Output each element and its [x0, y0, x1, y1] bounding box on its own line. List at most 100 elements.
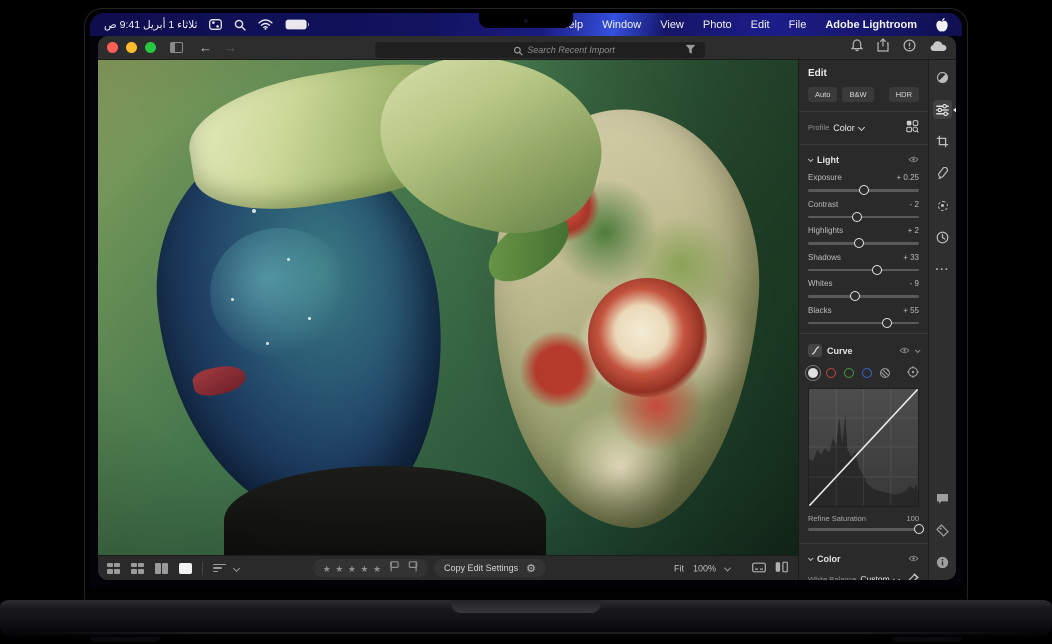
star-rating[interactable] [323, 559, 382, 577]
slider-track[interactable] [808, 264, 919, 275]
sort-chevron-icon[interactable] [232, 564, 241, 572]
channel-green-icon[interactable] [844, 368, 854, 378]
wifi-icon[interactable] [258, 19, 274, 30]
share-icon[interactable] [877, 38, 889, 57]
zoom-level[interactable]: 100% [693, 563, 716, 573]
channel-red-icon[interactable] [826, 368, 836, 378]
slider-track[interactable] [808, 185, 919, 196]
photo-preview[interactable] [98, 60, 798, 555]
slider-knob[interactable] [858, 185, 869, 196]
photo-grid-view-icon[interactable] [107, 562, 120, 574]
bw-button[interactable]: B&W [842, 87, 874, 102]
versions-icon[interactable] [933, 228, 952, 247]
menu-edit[interactable]: Edit [751, 19, 770, 31]
slider-exposure: Exposure + 0.25 [808, 173, 919, 196]
filter-icon[interactable] [685, 42, 696, 60]
sort-icon[interactable] [213, 563, 226, 573]
auto-button[interactable]: Auto [808, 87, 838, 102]
refine-saturation-label: Refine Saturation [808, 514, 866, 523]
slider-track[interactable] [808, 211, 919, 222]
hdr-button[interactable]: HDR [888, 87, 919, 102]
square-grid-view-icon[interactable] [131, 562, 144, 574]
rating-pill [312, 559, 429, 577]
slider-knob[interactable] [914, 524, 924, 535]
apple-logo-icon[interactable] [936, 17, 948, 32]
control-center-icon[interactable] [209, 19, 223, 30]
light-eye-icon[interactable] [908, 155, 919, 165]
targeted-adjustment-icon[interactable] [907, 366, 919, 380]
slider-knob[interactable] [881, 317, 892, 328]
eyedropper-icon[interactable] [908, 572, 919, 580]
detail-view-icon[interactable] [179, 562, 192, 574]
profile-chevron-icon[interactable] [857, 123, 865, 132]
healing-brush-icon[interactable] [933, 164, 952, 183]
minimize-window-button[interactable] [126, 42, 137, 53]
reject-flag-icon[interactable] [408, 559, 418, 577]
collapse-chevron-icon [807, 156, 814, 163]
slider-knob[interactable] [849, 291, 860, 302]
notifications-bell-icon[interactable] [850, 38, 864, 57]
menu-photo[interactable]: Photo [703, 19, 732, 31]
menu-app-name[interactable]: Adobe Lightroom [825, 19, 917, 31]
curve-eye-icon[interactable] [899, 346, 910, 356]
menu-window[interactable]: Window [602, 19, 641, 31]
white-balance-chevron-icon[interactable] [892, 575, 900, 580]
edit-sliders-icon[interactable] [933, 100, 952, 119]
slider-knob[interactable] [871, 264, 882, 275]
fit-label[interactable]: Fit [674, 563, 684, 573]
slider-track[interactable] [808, 238, 919, 249]
close-window-button[interactable] [107, 42, 118, 53]
color-eye-icon[interactable] [908, 554, 919, 564]
masking-icon[interactable] [933, 196, 952, 215]
tone-curve-histogram[interactable] [808, 388, 919, 507]
compare-view-icon[interactable] [155, 562, 168, 574]
back-arrow-icon[interactable]: ← [199, 41, 212, 54]
search-input[interactable] [375, 41, 706, 58]
profile-value[interactable]: Color [833, 123, 855, 133]
slider-knob[interactable] [854, 238, 865, 249]
histogram-plot [809, 389, 918, 506]
slider-track[interactable] [808, 317, 919, 328]
slider-knob[interactable] [851, 211, 862, 222]
zoom-window-button[interactable] [145, 42, 156, 53]
cloud-icon[interactable] [930, 39, 947, 57]
more-icon[interactable] [933, 260, 952, 279]
tone-curve-icon[interactable] [808, 344, 822, 357]
copy-edit-settings-button[interactable]: Copy Edit Settings [444, 563, 518, 573]
curve-chevron-icon[interactable] [914, 346, 921, 353]
info-icon[interactable] [933, 553, 952, 572]
traffic-lights [107, 42, 156, 53]
menu-file[interactable]: File [789, 19, 807, 31]
profile-browse-icon[interactable] [906, 120, 919, 135]
channel-parametric-icon[interactable] [880, 368, 890, 378]
curve-section-title: Curve [827, 345, 853, 356]
spotlight-search-icon[interactable] [234, 19, 247, 31]
sync-status-icon[interactable] [903, 38, 916, 57]
battery-icon[interactable] [285, 19, 310, 30]
titlebar-right-icons [850, 38, 947, 57]
before-after-icon[interactable] [775, 561, 788, 575]
photo-vignette [98, 60, 798, 555]
slider-track[interactable] [808, 291, 919, 302]
pick-flag-icon[interactable] [390, 559, 400, 577]
zoom-chevron-icon[interactable] [723, 564, 732, 572]
refine-saturation-track[interactable] [808, 524, 924, 535]
light-section-header[interactable]: Light [807, 155, 919, 165]
gear-icon[interactable] [526, 559, 536, 577]
crop-icon[interactable] [933, 132, 952, 151]
toolbar-divider [202, 561, 203, 575]
metadata-overlay-icon[interactable] [752, 562, 766, 574]
edit-panel-title: Edit [808, 68, 827, 79]
white-balance-value[interactable]: Custom [860, 574, 889, 580]
channel-luminance-icon[interactable] [808, 368, 818, 378]
adjust-icon[interactable] [933, 68, 952, 87]
curve-section-header[interactable]: Curve [808, 344, 921, 357]
menu-view[interactable]: View [660, 19, 684, 31]
color-section-header[interactable]: Color [807, 554, 919, 564]
comments-icon[interactable] [933, 489, 952, 508]
sidebar-toggle-icon[interactable] [170, 42, 183, 53]
window-titlebar: ← → [98, 36, 956, 60]
channel-blue-icon[interactable] [862, 368, 872, 378]
display: ثلاثاء 1 أبريل 9:41 ص Help Window View P… [90, 13, 962, 587]
keywords-tag-icon[interactable] [933, 521, 952, 540]
